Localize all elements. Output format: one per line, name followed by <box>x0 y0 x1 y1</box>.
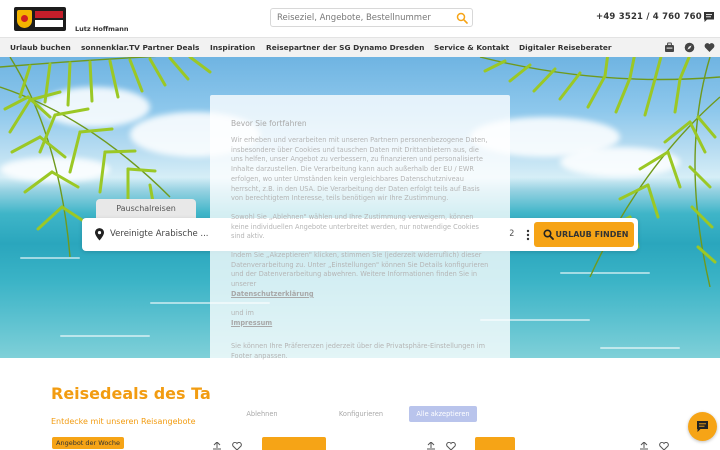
logo-red-band <box>35 11 63 18</box>
location-pin-icon <box>95 228 104 241</box>
imprint-link[interactable]: Impressum <box>231 319 489 329</box>
nav-service-kontakt[interactable]: Service & Kontakt <box>434 43 509 52</box>
consent-paragraph-1: Wir erheben und verarbeiten mit unseren … <box>231 136 488 203</box>
destination-field[interactable]: Vereinigte Arabische ... <box>110 229 209 239</box>
share-icon[interactable] <box>639 442 649 450</box>
feedback-chat-button[interactable] <box>688 412 717 441</box>
search-input[interactable] <box>277 10 452 25</box>
consent-footer-note: Sie können Ihre Präferenzen jederzeit üb… <box>231 342 485 360</box>
consent-paragraph-2: Sowohl Sie „Ablehnen" wählen und Ihre Zu… <box>231 212 479 241</box>
deal-card-header <box>262 437 326 450</box>
deals-heading: Reisedeals des Ta <box>51 384 211 403</box>
logo-white-band <box>35 20 63 27</box>
offer-of-the-week-badge: Angebot der Woche <box>52 437 124 449</box>
consent-and-text: und im <box>231 308 254 317</box>
deal-card-header <box>475 437 515 450</box>
header-search[interactable] <box>270 8 473 27</box>
compass-icon[interactable] <box>684 42 695 53</box>
nav-partner-deals[interactable]: sonnenklar.TV Partner Deals <box>81 43 199 52</box>
cookie-consent-dialog: Bevor Sie fortfahren Wir erheben und ver… <box>210 95 510 429</box>
search-icon[interactable] <box>456 12 468 24</box>
heart-icon[interactable] <box>704 42 715 53</box>
wave <box>60 335 150 337</box>
phone-number[interactable]: +49 3521 / 4 760 760 <box>596 12 702 22</box>
nav-urlaub-buchen[interactable]: Urlaub buchen <box>10 43 71 52</box>
more-options-icon[interactable] <box>525 228 531 242</box>
reject-button[interactable]: Ablehnen <box>232 406 292 422</box>
heart-outline-icon[interactable] <box>446 442 456 450</box>
chat-icon[interactable] <box>703 11 715 23</box>
consent-paragraph-3: Indem Sie „Akzeptieren" klicken, stimmen… <box>231 251 489 289</box>
find-vacation-label: URLAUB FINDEN <box>555 230 629 239</box>
heart-outline-icon[interactable] <box>232 442 242 450</box>
wave <box>600 347 680 349</box>
agency-logo[interactable] <box>14 7 66 31</box>
tab-pauschalreisen[interactable]: Pauschalreisen <box>96 199 196 218</box>
site-header: Lutz Hoffmann +49 3521 / 4 760 760 <box>0 0 720 36</box>
suitcase-icon[interactable] <box>664 42 675 53</box>
share-icon[interactable] <box>212 442 222 450</box>
search-icon <box>543 229 554 240</box>
consent-title: Bevor Sie fortfahren <box>231 119 307 128</box>
main-navigation: Urlaub buchen sonnenklar.TV Partner Deal… <box>0 37 720 57</box>
nav-reisepartner-dynamo[interactable]: Reisepartner der SG Dynamo Dresden <box>266 43 424 52</box>
heart-outline-icon[interactable] <box>659 442 669 450</box>
share-icon[interactable] <box>426 442 436 450</box>
message-icon <box>697 421 708 432</box>
privacy-policy-link[interactable]: Datenschutzerklärung <box>231 290 489 300</box>
configure-button[interactable]: Konfigurieren <box>326 406 396 422</box>
consent-actions: Ablehnen Konfigurieren Alle akzeptieren <box>224 406 496 422</box>
accept-all-button[interactable]: Alle akzeptieren <box>409 406 477 422</box>
deals-subtitle: Entdecke mit unseren Reisangebote <box>51 417 196 426</box>
nav-digitaler-reiseberater[interactable]: Digitaler Reiseberater <box>519 43 612 52</box>
dynamo-crest-icon <box>17 10 32 28</box>
nav-inspiration[interactable]: Inspiration <box>210 43 255 52</box>
find-vacation-button[interactable]: URLAUB FINDEN <box>534 222 634 247</box>
agent-name: Lutz Hoffmann <box>75 25 129 33</box>
